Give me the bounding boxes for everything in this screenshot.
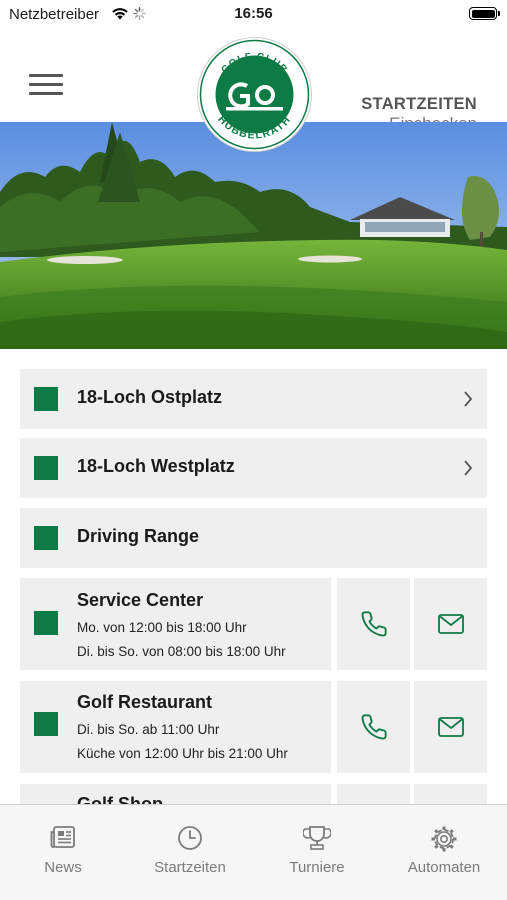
news-icon — [50, 826, 75, 848]
tab-turniere[interactable]: Turniere — [254, 805, 380, 900]
tab-automaten[interactable]: Automaten — [381, 805, 507, 900]
mail-icon — [437, 717, 464, 737]
list-item-driving-range[interactable]: Driving Range — [20, 508, 487, 568]
green-square-icon — [34, 387, 58, 411]
menu-bar — [29, 83, 63, 86]
startzeiten-label: STARTZEITEN — [361, 95, 477, 113]
contact-golf-restaurant[interactable]: Golf Restaurant Di. bis So. ab 11:00 Uhr… — [20, 681, 331, 773]
green-square-icon — [34, 611, 58, 635]
status-bar: Netzbetreiber 16:56 — [0, 0, 507, 30]
chevron-right-icon — [464, 391, 473, 407]
golf-restaurant-mail-button[interactable] — [414, 681, 487, 773]
service-center-phone-button[interactable] — [337, 578, 410, 670]
battery-icon — [469, 7, 500, 20]
tab-label: News — [44, 859, 82, 876]
contact-title: Golf Restaurant — [77, 692, 213, 712]
menu-bar — [29, 74, 63, 77]
tab-label: Turniere — [289, 859, 345, 876]
tab-label: Startzeiten — [154, 859, 226, 876]
green-square-icon — [34, 456, 58, 480]
golf-course-hero-image — [0, 122, 507, 349]
golf-club-logo: GOLF CLUB HUBBELRATH — [197, 37, 312, 152]
opening-hours-line: Küche von 12:00 Uhr bis 21:00 Uhr — [77, 746, 288, 761]
green-square-icon — [34, 712, 58, 736]
row-title: Driving Range — [77, 526, 200, 546]
clock-icon — [178, 826, 202, 850]
green-square-icon — [34, 526, 58, 550]
contact-service-center[interactable]: Service Center Mo. von 12:00 bis 18:00 U… — [20, 578, 331, 670]
service-center-mail-button[interactable] — [414, 578, 487, 670]
menu-button[interactable] — [29, 74, 63, 96]
list-item-ostplatz[interactable]: 18-Loch Ostplatz — [20, 369, 487, 429]
golf-restaurant-phone-button[interactable] — [337, 681, 410, 773]
opening-hours-line: Di. bis So. von 08:00 bis 18:00 Uhr — [77, 644, 286, 659]
tab-news[interactable]: News — [0, 805, 126, 900]
mail-icon — [437, 614, 464, 634]
list-item-westplatz[interactable]: 18-Loch Westplatz — [20, 438, 487, 498]
opening-hours-line: Mo. von 12:00 bis 18:00 Uhr — [77, 620, 247, 635]
phone-icon — [361, 714, 387, 740]
tab-bar: News Startzeiten Turniere Automaten — [0, 804, 507, 900]
contact-title: Service Center — [77, 590, 204, 610]
row-title: 18-Loch Westplatz — [77, 456, 235, 476]
tab-label: Automaten — [407, 859, 481, 876]
chevron-right-icon — [464, 460, 473, 476]
phone-icon — [361, 611, 387, 637]
row-title: 18-Loch Ostplatz — [77, 387, 223, 407]
trophy-icon — [303, 826, 331, 850]
tab-startzeiten[interactable]: Startzeiten — [127, 805, 253, 900]
opening-hours-line: Di. bis So. ab 11:00 Uhr — [77, 722, 220, 737]
status-time: 16:56 — [234, 5, 273, 22]
menu-bar — [29, 92, 63, 95]
gear-icon — [431, 826, 457, 852]
